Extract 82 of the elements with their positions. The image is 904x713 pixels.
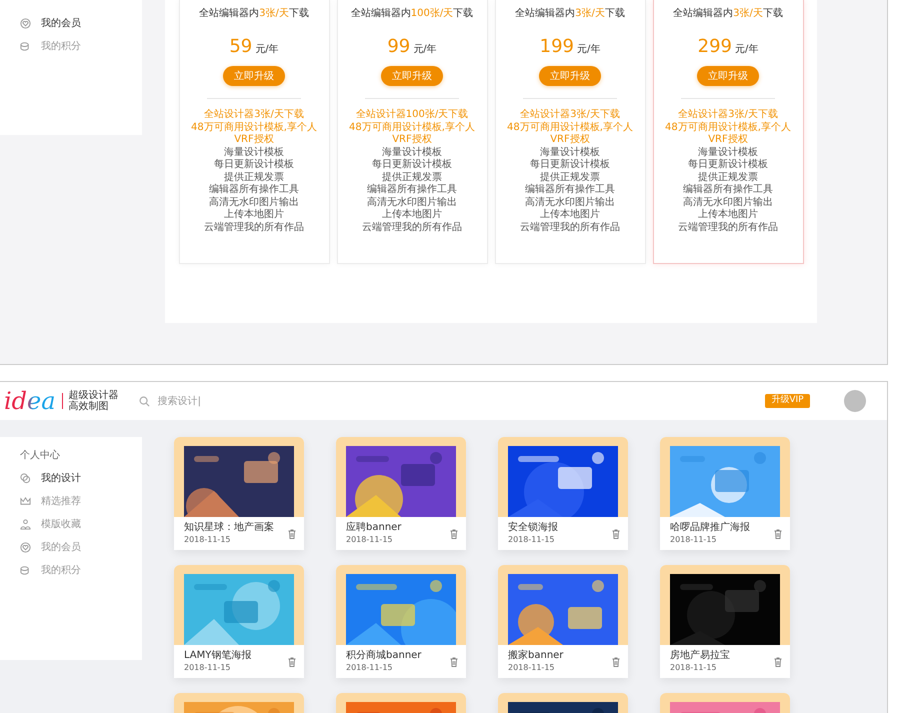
design-title: LAMY钢笔海报 xyxy=(184,650,252,662)
design-date: 2018-11-15 xyxy=(508,534,556,546)
plan-feature: 全站设计器3张/天下载 xyxy=(204,109,304,122)
sidebar-item[interactable]: 我的设计 xyxy=(0,467,142,490)
plan-feature: 上传本地图片 xyxy=(382,209,442,222)
design-card[interactable]: 积分商城banner 2018-11-15 xyxy=(336,565,466,678)
plan-feature: 每日更新设计模板 xyxy=(530,159,610,172)
plan-price: 199 xyxy=(540,35,574,59)
plan-price: 59 xyxy=(229,35,252,59)
plan-feature: 上传本地图片 xyxy=(540,209,600,222)
design-title: 应聘banner xyxy=(346,522,402,534)
plan-feature: 全站设计器100张/天下载 xyxy=(356,109,468,122)
plan-subtitle: 全站编辑器内100张/天下载 xyxy=(350,6,474,21)
design-date: 2018-11-15 xyxy=(184,534,232,546)
search-field[interactable]: 搜索设计| xyxy=(158,394,278,408)
plan-price: 99 xyxy=(387,35,410,59)
plan-feature: 云端管理我的所有作品 xyxy=(520,222,620,234)
design-date: 2018-11-15 xyxy=(346,534,394,546)
design-card[interactable]: 房地产易拉宝 2018-11-15 xyxy=(660,565,790,678)
plan-feature: 编辑器所有操作工具 xyxy=(525,184,615,196)
logo-tagline: 超级设计器 xyxy=(68,390,119,401)
plan-card[interactable]: 全站编辑器内100张/天下载 99 元/年 立即升级 全站设计器100张/天下载 48万可商用设计模板,享个人VRF授权 海量设计模板 每日更新设计模板 提供正规发票 编辑器所有操作工具 高清无水印图片输出 上传本地图片 云端管理我的所有作品 xyxy=(336,0,488,264)
plan-feature: 编辑器所有操作工具 xyxy=(367,184,457,196)
plan-feature: 提供正规发票 xyxy=(698,172,758,184)
design-date: 2018-11-15 xyxy=(346,662,394,674)
design-title: 积分商城banner xyxy=(346,650,422,662)
design-title: 搬家banner xyxy=(508,650,564,662)
design-card[interactable]: 哈啰品牌推广海报 2018-11-15 xyxy=(660,437,790,550)
design-card[interactable]: 知识星球：地产画案 2018-11-15 xyxy=(174,437,304,550)
plan-feature: 编辑器所有操作工具 xyxy=(209,184,299,196)
plan-feature: 提供正规发票 xyxy=(540,172,600,184)
plan-feature: 48万可商用设计模板,享个人VRF授权 xyxy=(506,122,634,146)
plan-feature: 高清无水印图片输出 xyxy=(209,196,299,208)
plan-feature: 48万可商用设计模板,享个人VRF授权 xyxy=(348,122,476,146)
plan-subtitle: 全站编辑器内3张/天下载 xyxy=(515,6,625,21)
plan-feature: 海量设计模板 xyxy=(224,146,284,158)
plan-price: 299 xyxy=(698,35,732,59)
design-card[interactable]: LAMY钢笔海报 2018-11-15 xyxy=(174,565,304,678)
plan-feature: 云端管理我的所有作品 xyxy=(204,222,304,234)
design-title: 哈啰品牌推广海报 xyxy=(670,522,751,534)
price-unit: 元/年 xyxy=(734,43,758,57)
sidebar-item[interactable]: 我的会员 xyxy=(0,12,142,35)
plan-feature: 上传本地图片 xyxy=(698,209,758,222)
plan-feature: 高清无水印图片输出 xyxy=(683,196,773,208)
plan-feature: 高清无水印图片输出 xyxy=(525,196,615,208)
plan-feature: 海量设计模板 xyxy=(382,146,442,158)
plan-feature: 上传本地图片 xyxy=(224,209,284,222)
plan-card[interactable]: 全站编辑器内3张/天下载 299 元/年 立即升级 全站设计器3张/天下载 48万可商用设计模板,享个人VRF授权 海量设计模板 每日更新设计模板 提供正规发票 编辑器所有操作工具 高清无水印图片输出 上传本地图片 云端管理我的所有作品 xyxy=(652,0,804,264)
plan-feature: 每日更新设计模板 xyxy=(214,159,294,172)
design-date: 2018-11-15 xyxy=(670,662,718,674)
design-title: 房地产易拉宝 xyxy=(670,650,731,662)
design-date: 2018-11-15 xyxy=(670,534,718,546)
plan-feature: 提供正规发票 xyxy=(382,172,442,184)
plan-feature: 高清无水印图片输出 xyxy=(367,196,457,208)
plan-card[interactable]: 全站编辑器内3张/天下载 59 元/年 立即升级 全站设计器3张/天下载 48万可商用设计模板,享个人VRF授权 海量设计模板 每日更新设计模板 提供正规发票 编辑器所有操作工具 高清无水印图片输出 上传本地图片 云端管理我的所有作品 xyxy=(178,0,330,264)
plan-feature: 云端管理我的所有作品 xyxy=(678,222,778,234)
price-unit: 元/年 xyxy=(255,43,279,57)
plan-feature: 48万可商用设计模板,享个人VRF授权 xyxy=(664,122,792,146)
plan-feature: 全站设计器3张/天下载 xyxy=(520,109,620,122)
plan-feature: 海量设计模板 xyxy=(540,146,600,158)
plan-subtitle: 全站编辑器内3张/天下载 xyxy=(673,6,783,21)
plan-feature: 提供正规发票 xyxy=(224,172,284,184)
plan-subtitle: 全站编辑器内3张/天下载 xyxy=(199,6,309,21)
design-title: 安全锁海报 xyxy=(508,522,559,534)
plan-card[interactable]: 全站编辑器内3张/天下载 199 元/年 立即升级 全站设计器3张/天下载 48万可商用设计模板,享个人VRF授权 海量设计模板 每日更新设计模板 提供正规发票 编辑器所有操作工具 高清无水印图片输出 上传本地图片 云端管理我的所有作品 xyxy=(494,0,646,264)
plan-feature: 海量设计模板 xyxy=(698,146,758,158)
plan-feature: 48万可商用设计模板,享个人VRF授权 xyxy=(190,122,318,146)
design-title: 知识星球：地产画案 xyxy=(184,522,275,534)
plan-feature: 云端管理我的所有作品 xyxy=(362,222,462,234)
design-date: 2018-11-15 xyxy=(508,662,556,674)
design-card[interactable]: 应聘banner 2018-11-15 xyxy=(336,437,466,550)
price-unit: 元/年 xyxy=(413,43,437,57)
plan-feature: 编辑器所有操作工具 xyxy=(683,184,773,196)
plan-feature: 每日更新设计模板 xyxy=(372,159,452,172)
design-card[interactable]: 搬家banner 2018-11-15 xyxy=(498,565,628,678)
plan-feature: 每日更新设计模板 xyxy=(688,159,768,172)
sidebar-heading: 个人中心 xyxy=(19,448,61,463)
design-card[interactable]: 安全锁海报 2018-11-15 xyxy=(498,437,628,550)
design-date: 2018-11-15 xyxy=(184,662,232,674)
logo-tagline: 高效制图 xyxy=(68,401,110,412)
plan-feature: 全站设计器3张/天下载 xyxy=(678,109,778,122)
price-unit: 元/年 xyxy=(576,43,600,57)
